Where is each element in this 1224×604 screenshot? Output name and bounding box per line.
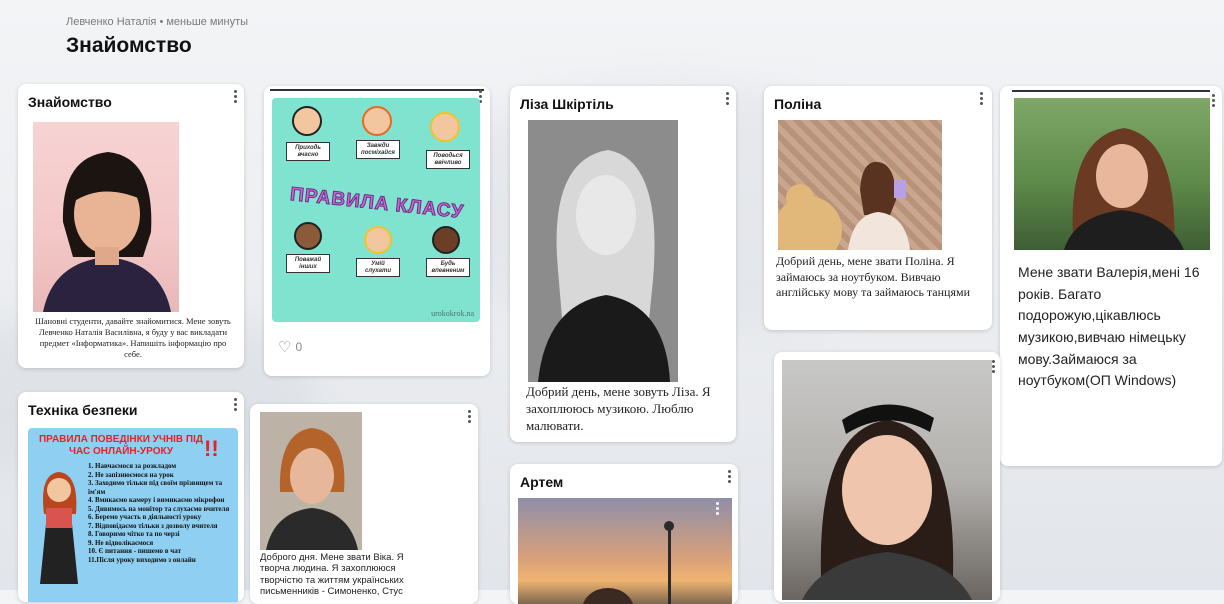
rule-sign: Поважай інших	[286, 254, 330, 274]
post-card-safety[interactable]: Техніка безпеки ПРАВИЛА ПОВЕДІНКИ УЧНІВ …	[18, 392, 244, 602]
post-card-vika[interactable]: Доброго дня. Мене звати Віка. Я творча л…	[250, 404, 478, 604]
like-button[interactable]: ♡ 0	[278, 338, 302, 356]
student-photo[interactable]	[528, 120, 678, 382]
post-card-rules[interactable]: Приходь вчасно Завжди посміхайся Поводьс…	[264, 86, 490, 376]
heart-icon: ♡	[278, 339, 292, 356]
rules-list-item: 9. Не відволікаємося	[88, 538, 154, 547]
person-silhouette-icon	[778, 161, 910, 250]
exclamation-icon: !!	[204, 436, 219, 461]
post-card-liza[interactable]: Ліза Шкіртіль Добрий день, мене зовуть Л…	[510, 86, 736, 442]
post-title: Техніка безпеки	[28, 402, 138, 418]
rules-list-item: 4. Вмикаємо камеру і вимикаємо мікрофон	[88, 496, 225, 505]
post-caption: Мене звати Валерія,мені 16 років. Багато…	[1018, 264, 1200, 389]
kid-figure-icon	[364, 226, 392, 254]
like-count: 0	[295, 340, 303, 354]
post-caption: Добрий день, мене звати Поліна. Я займаю…	[776, 254, 971, 300]
person-silhouette-icon	[1064, 128, 1184, 250]
post-card-polina[interactable]: Поліна Добрий день, мене звати Поліна. Я…	[764, 86, 992, 330]
kebab-menu-icon[interactable]	[1212, 94, 1216, 108]
kebab-menu-icon[interactable]	[468, 410, 472, 424]
rules-list-item: 11.Після уроку виходимо з онлайн	[88, 555, 196, 564]
rule-sign: Поводься ввічливо	[426, 150, 470, 170]
rules-list-item: 8. Говоримо чітко та по черзі	[88, 530, 180, 539]
rules-list-item: 1. Навчаємося за розкладом	[88, 462, 177, 470]
post-title: Поліна	[774, 96, 822, 112]
teacher-photo[interactable]	[33, 122, 179, 312]
post-card-valeria[interactable]: Мене звати Валерія,мені 16 років. Багато…	[1000, 86, 1222, 466]
person-silhouette-icon	[266, 428, 358, 550]
student-photo[interactable]	[518, 498, 732, 604]
rules-list-item: 2. Не запізнюємося на урок	[88, 470, 174, 479]
card-top-border	[270, 89, 484, 91]
rules-list-item: 6. Беремо участь в діяльності уроку	[88, 513, 202, 522]
rule-sign: Будь впевненим	[426, 258, 470, 278]
post-caption: Шановні студенти, давайте знайомитися. М…	[35, 316, 231, 360]
post-title: Знайомство	[28, 94, 112, 110]
person-silhouette-icon	[528, 120, 678, 382]
post-title: Артем	[520, 474, 564, 490]
kebab-menu-icon[interactable]	[716, 502, 720, 516]
kebab-menu-icon[interactable]	[980, 92, 984, 106]
rules-list-item: 10. Є питання - пишемо в чат	[88, 547, 182, 556]
post-card-intro[interactable]: Знайомство Шановні студенти, давайте зна…	[18, 84, 244, 368]
kebab-menu-icon[interactable]	[728, 470, 732, 484]
post-title: Ліза Шкіртіль	[520, 96, 614, 112]
kebab-menu-icon[interactable]	[234, 398, 238, 412]
board-meta: Левченко Наталія • меньше минуты	[66, 16, 249, 28]
rule-sign: Умій слухати	[356, 258, 400, 278]
board-title: Знайомство	[66, 34, 192, 57]
teacher-figure-icon	[40, 472, 78, 584]
kid-figure-icon	[430, 112, 460, 142]
student-photo[interactable]	[782, 360, 992, 600]
card-top-border	[1012, 90, 1210, 92]
poster-title: ПРАВИЛА ПОВЕДІНКИ УЧНІВ ПІД ЧАС ОНЛАЙН-У…	[38, 434, 203, 457]
post-caption: Добрий день, мене зовуть Ліза. Я захоплю…	[526, 384, 711, 433]
rules-list: 1. Навчаємося за розкладом 2. Не запізнює…	[88, 462, 236, 564]
post-card-selfie[interactable]	[774, 352, 1000, 602]
poster-watermark: urokokrok.na	[431, 309, 474, 318]
rules-list-item: 5. Дивимось на монітор та слухаємо вчите…	[88, 504, 230, 513]
kebab-menu-icon[interactable]	[992, 360, 996, 374]
person-silhouette-icon	[802, 404, 972, 600]
kebab-menu-icon[interactable]	[234, 90, 238, 104]
kid-figure-icon	[292, 106, 322, 136]
rules-list-item: 7. Відповідаємо тільки з дозволу вчителя	[88, 521, 218, 530]
board-header: Левченко Наталія • меньше минуты Знайомс…	[66, 16, 248, 58]
post-card-artem[interactable]: Артем	[510, 464, 738, 604]
post-caption: Доброго дня. Мене звати Віка. Я творча л…	[260, 552, 404, 598]
kid-figure-icon	[362, 106, 392, 136]
safety-poster[interactable]: ПРАВИЛА ПОВЕДІНКИ УЧНІВ ПІД ЧАС ОНЛАЙН-У…	[28, 428, 238, 602]
rule-sign: Приходь вчасно	[286, 142, 330, 162]
kid-figure-icon	[294, 222, 322, 250]
kid-figure-icon	[432, 226, 460, 254]
person-silhouette-icon	[582, 521, 674, 604]
student-photo[interactable]	[260, 412, 362, 550]
student-photo[interactable]	[778, 120, 942, 250]
rule-sign: Завжди посміхайся	[356, 140, 400, 160]
student-photo[interactable]	[1014, 98, 1210, 250]
rules-poster[interactable]: Приходь вчасно Завжди посміхайся Поводьс…	[272, 98, 480, 322]
rules-list-item: 3. Заходимо тільки під своїм прізвищем т…	[88, 479, 223, 496]
kebab-menu-icon[interactable]	[726, 92, 730, 106]
person-silhouette-icon	[43, 152, 171, 312]
